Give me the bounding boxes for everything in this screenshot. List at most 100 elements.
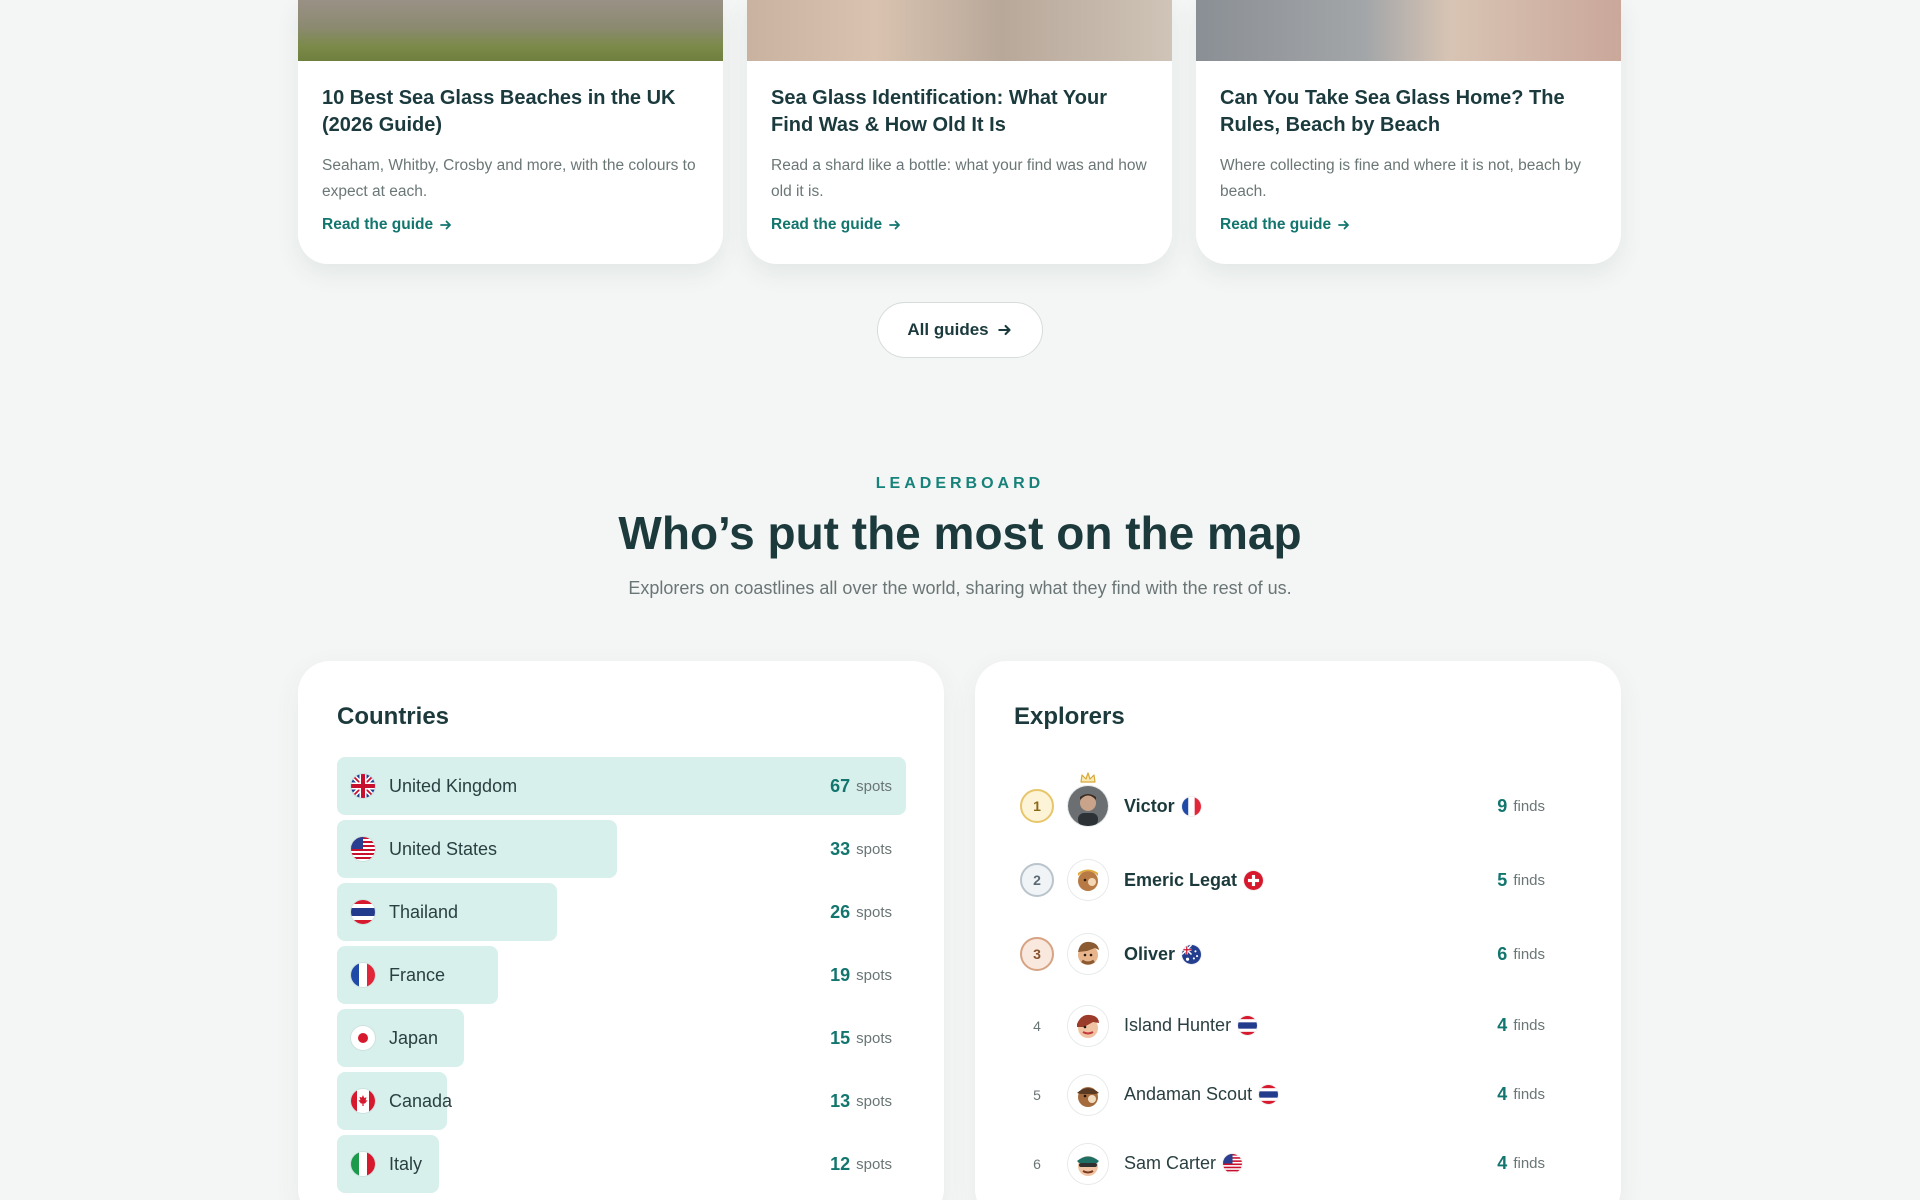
us-flag-icon xyxy=(351,837,375,861)
avatar[interactable] xyxy=(1068,772,1108,826)
spots-unit: spots xyxy=(856,966,892,984)
explorer-name[interactable]: Victor xyxy=(1124,796,1175,817)
section-eyebrow: LEADERBOARD xyxy=(875,475,1045,492)
explorer-name[interactable]: Emeric Legat xyxy=(1124,870,1237,891)
finds-count: 9 finds xyxy=(1497,796,1545,817)
finds-unit: finds xyxy=(1513,945,1545,963)
country-row[interactable]: Thailand 26 spots xyxy=(337,883,906,941)
finds-unit: finds xyxy=(1513,871,1545,889)
avatar[interactable] xyxy=(1068,1143,1108,1184)
spots-count: 67 xyxy=(830,775,851,796)
ca-flag-icon xyxy=(351,1089,375,1113)
avatar[interactable] xyxy=(1068,1005,1108,1046)
country-row[interactable]: United Kingdom 67 spots xyxy=(337,757,906,815)
th-flag-icon xyxy=(1259,1085,1279,1104)
finds-number: 4 xyxy=(1497,1084,1508,1104)
guide-card-title[interactable]: 10 Best Sea Glass Beaches in the UK (202… xyxy=(322,85,699,139)
explorer-row[interactable]: 3 Oliver 6 finds xyxy=(1020,917,1580,991)
guide-card-description: Read a shard like a bottle: what your fi… xyxy=(771,157,1147,200)
guide-card-title[interactable]: Sea Glass Identification: What Your Find… xyxy=(771,85,1148,139)
explorer-row[interactable]: 4 Island Hunter 4 finds xyxy=(1020,991,1580,1060)
explorer-row[interactable]: 5 Andaman Scout 4 finds xyxy=(1020,1060,1580,1129)
read-guide-label: Read the guide xyxy=(771,216,883,233)
spots-unit: spots xyxy=(856,903,892,921)
country-row[interactable]: Italy 12 spots xyxy=(337,1135,906,1193)
finds-number: 9 xyxy=(1497,795,1508,816)
country-count: 13 spots xyxy=(830,1072,892,1130)
rank-badge: 3 xyxy=(1020,937,1054,971)
crown-icon xyxy=(1080,772,1096,783)
spots-unit: spots xyxy=(856,1155,892,1173)
explorer-list: 1 Victor 9 finds 2 Emeric Legat 5 finds 3 Oliver 6… xyxy=(1020,769,1580,1198)
explorer-name[interactable]: Island Hunter xyxy=(1124,1015,1231,1036)
us-flag-icon xyxy=(1223,1154,1243,1173)
explorers-panel: Explorers 1 Victor 9 finds 2 Emeric Legat 5 fin… xyxy=(975,661,1621,1200)
finds-number: 6 xyxy=(1497,943,1508,964)
all-guides-label: All guides xyxy=(907,320,989,339)
rank-number: 5 xyxy=(1033,1086,1041,1103)
all-guides-button[interactable]: All guides xyxy=(877,302,1043,358)
explorer-row[interactable]: 1 Victor 9 finds xyxy=(1020,769,1580,843)
country-row[interactable]: France 19 spots xyxy=(337,946,906,1004)
guide-card[interactable]: Sea Glass Identification: What Your Find… xyxy=(747,0,1172,264)
country-name: Japan xyxy=(389,1027,439,1048)
guide-card[interactable]: 10 Best Sea Glass Beaches in the UK (202… xyxy=(298,0,723,264)
guide-card[interactable]: Can You Take Sea Glass Home? The Rules, … xyxy=(1196,0,1621,264)
spots-unit: spots xyxy=(856,777,892,795)
explorer-row[interactable]: 6 Sam Carter 4 finds xyxy=(1020,1129,1580,1198)
th-flag-icon xyxy=(351,900,375,924)
jp-flag-icon xyxy=(351,1026,375,1050)
country-name: Italy xyxy=(389,1153,423,1174)
spots-unit: spots xyxy=(856,1092,892,1110)
country-count: 33 spots xyxy=(830,820,892,878)
explorer-row[interactable]: 2 Emeric Legat 5 finds xyxy=(1020,843,1580,917)
finds-unit: finds xyxy=(1513,1086,1545,1103)
th-flag-icon xyxy=(1238,1016,1258,1035)
guide-card-title[interactable]: Can You Take Sea Glass Home? The Rules, … xyxy=(1220,85,1597,139)
spots-count: 19 xyxy=(830,964,851,985)
country-row[interactable]: Canada 13 spots xyxy=(337,1072,906,1130)
countries-panel: Countries United Kingdom 67 spots United St… xyxy=(298,661,944,1200)
finds-unit: finds xyxy=(1513,1017,1545,1034)
it-flag-icon xyxy=(351,1152,375,1176)
finds-count: 5 finds xyxy=(1497,870,1545,891)
guide-card-image xyxy=(1196,0,1621,61)
country-name: Canada xyxy=(389,1090,453,1111)
finds-count: 4 finds xyxy=(1497,1153,1545,1174)
country-name: Thailand xyxy=(389,901,459,922)
guide-card-image xyxy=(747,0,1172,61)
guides-row: 10 Best Sea Glass Beaches in the UK (202… xyxy=(298,0,1622,264)
rank-badge: 1 xyxy=(1020,789,1054,823)
avatar[interactable] xyxy=(1068,860,1108,900)
arrow-right-icon xyxy=(889,220,901,230)
explorer-name[interactable]: Sam Carter xyxy=(1124,1153,1216,1174)
read-guide-link[interactable]: Read the guide xyxy=(771,216,902,234)
country-name: France xyxy=(389,964,446,985)
arrow-right-icon xyxy=(997,324,1011,336)
explorer-name[interactable]: Andaman Scout xyxy=(1124,1084,1252,1105)
read-guide-label: Read the guide xyxy=(322,216,434,233)
explorer-name[interactable]: Oliver xyxy=(1124,944,1175,965)
read-guide-link[interactable]: Read the guide xyxy=(1220,216,1351,234)
finds-count: 6 finds xyxy=(1497,944,1545,965)
read-guide-link[interactable]: Read the guide xyxy=(322,216,453,234)
rank-badge: 2 xyxy=(1020,863,1054,897)
spots-unit: spots xyxy=(856,840,892,858)
finds-count: 4 finds xyxy=(1497,1015,1545,1036)
countries-title: Countries xyxy=(337,703,450,730)
country-row[interactable]: Japan 15 spots xyxy=(337,1009,906,1067)
uk-flag-icon xyxy=(351,774,375,798)
finds-unit: finds xyxy=(1513,1155,1545,1172)
rank-number: 6 xyxy=(1033,1155,1041,1172)
finds-number: 4 xyxy=(1497,1153,1508,1173)
country-row[interactable]: United States 33 spots xyxy=(337,820,906,878)
spots-count: 15 xyxy=(830,1027,851,1048)
country-count: 26 spots xyxy=(830,883,892,941)
spots-count: 33 xyxy=(830,838,851,859)
country-count: 12 spots xyxy=(830,1135,892,1193)
finds-unit: finds xyxy=(1513,797,1545,815)
avatar[interactable] xyxy=(1068,1074,1108,1115)
spots-count: 26 xyxy=(830,901,851,922)
country-count: 15 spots xyxy=(830,1009,892,1067)
avatar[interactable] xyxy=(1068,934,1108,974)
